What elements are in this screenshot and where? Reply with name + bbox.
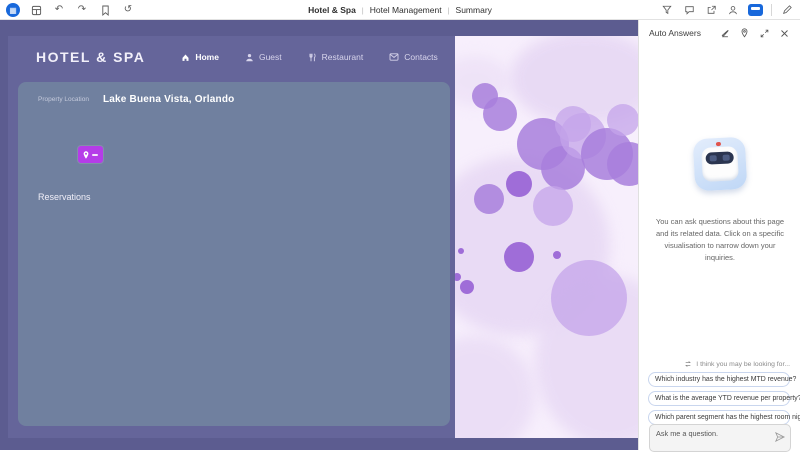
breadcrumb-page[interactable]: Summary bbox=[456, 5, 492, 15]
nav-item-restaurant[interactable]: Restaurant bbox=[308, 52, 364, 62]
auto-answers-panel: Auto Answers You bbox=[638, 20, 800, 450]
redo-icon[interactable]: ↷ bbox=[75, 3, 89, 17]
assistant-panel-icon[interactable] bbox=[748, 4, 763, 16]
refresh-icon bbox=[684, 360, 692, 368]
global-toolbar: ▦ ↶ ↷ ↺ Hotel & Spa | Hotel Management |… bbox=[0, 0, 800, 20]
hotel-dashboard-sheet: HOTEL & SPA Home Guest bbox=[8, 36, 455, 438]
share-icon[interactable] bbox=[704, 3, 718, 17]
panel-title: Auto Answers bbox=[649, 28, 701, 38]
comments-icon[interactable] bbox=[682, 3, 696, 17]
expand-icon[interactable] bbox=[759, 28, 770, 39]
breadcrumb: Hotel & Spa | Hotel Management | Summary bbox=[250, 0, 550, 20]
map-landmass bbox=[455, 336, 535, 438]
map-bubble[interactable] bbox=[553, 251, 561, 259]
reservations-label: Reservations bbox=[38, 192, 91, 202]
property-location-value: Lake Buena Vista, Orlando bbox=[103, 94, 235, 105]
bookmark-icon[interactable] bbox=[98, 3, 112, 17]
dashboard-nav: HOTEL & SPA Home Guest bbox=[8, 36, 455, 78]
restaurant-icon bbox=[308, 53, 317, 62]
guest-icon bbox=[245, 53, 254, 62]
close-icon[interactable] bbox=[779, 28, 790, 39]
marker-chip-value bbox=[92, 154, 98, 156]
profile-icon[interactable] bbox=[726, 3, 740, 17]
panel-intro-text: You can ask questions about this page an… bbox=[653, 216, 787, 264]
edit-icon[interactable] bbox=[780, 3, 794, 17]
sheet-background: HOTEL & SPA Home Guest bbox=[0, 20, 638, 450]
property-location-label: Property Location bbox=[38, 96, 89, 103]
map-bubble[interactable] bbox=[551, 260, 627, 336]
map-bubble[interactable] bbox=[555, 106, 591, 142]
contacts-icon bbox=[389, 53, 399, 61]
breadcrumb-app[interactable]: Hotel & Spa bbox=[308, 5, 356, 15]
undo-icon[interactable]: ↶ bbox=[52, 3, 66, 17]
suggestions-header: I think you may be looking for... bbox=[684, 360, 790, 368]
map-bubble[interactable] bbox=[474, 184, 504, 214]
map-marker-chip[interactable] bbox=[78, 146, 103, 163]
location-pin-icon bbox=[83, 151, 89, 159]
suggestion-chip[interactable]: Which industry has the highest MTD reven… bbox=[648, 372, 790, 387]
map-bubble[interactable] bbox=[458, 248, 464, 254]
question-input-box bbox=[649, 424, 791, 452]
nav-item-contacts[interactable]: Contacts bbox=[389, 52, 438, 62]
map-bubble[interactable] bbox=[533, 186, 573, 226]
assistant-robot-icon bbox=[692, 137, 747, 192]
property-map-card[interactable]: Property Location Lake Buena Vista, Orla… bbox=[18, 82, 450, 426]
question-input[interactable] bbox=[650, 425, 790, 451]
app-logo-icon[interactable]: ▦ bbox=[6, 3, 20, 17]
clear-icon[interactable] bbox=[719, 28, 730, 39]
map-bubble[interactable] bbox=[460, 280, 474, 294]
dashboard-title: HOTEL & SPA bbox=[36, 49, 145, 65]
map-bubble[interactable] bbox=[483, 97, 517, 131]
nav-item-home[interactable]: Home bbox=[181, 52, 219, 62]
history-icon[interactable]: ↺ bbox=[121, 3, 135, 17]
send-icon[interactable] bbox=[775, 429, 785, 447]
sheets-icon[interactable] bbox=[29, 3, 43, 17]
bubble-map-visualization[interactable] bbox=[455, 36, 638, 438]
pin-icon[interactable] bbox=[739, 28, 750, 39]
map-bubble[interactable] bbox=[506, 171, 532, 197]
suggestion-chip[interactable]: Which parent segment has the highest roo… bbox=[648, 410, 790, 425]
map-bubble[interactable] bbox=[504, 242, 534, 272]
home-icon bbox=[181, 53, 190, 62]
breadcrumb-section[interactable]: Hotel Management bbox=[370, 5, 442, 15]
suggestion-chip[interactable]: What is the average YTD revenue per prop… bbox=[648, 391, 790, 406]
nav-item-guest[interactable]: Guest bbox=[245, 52, 282, 62]
map-bubble[interactable] bbox=[607, 104, 638, 136]
toolbar-divider bbox=[771, 4, 772, 16]
filter-icon[interactable] bbox=[660, 3, 674, 17]
